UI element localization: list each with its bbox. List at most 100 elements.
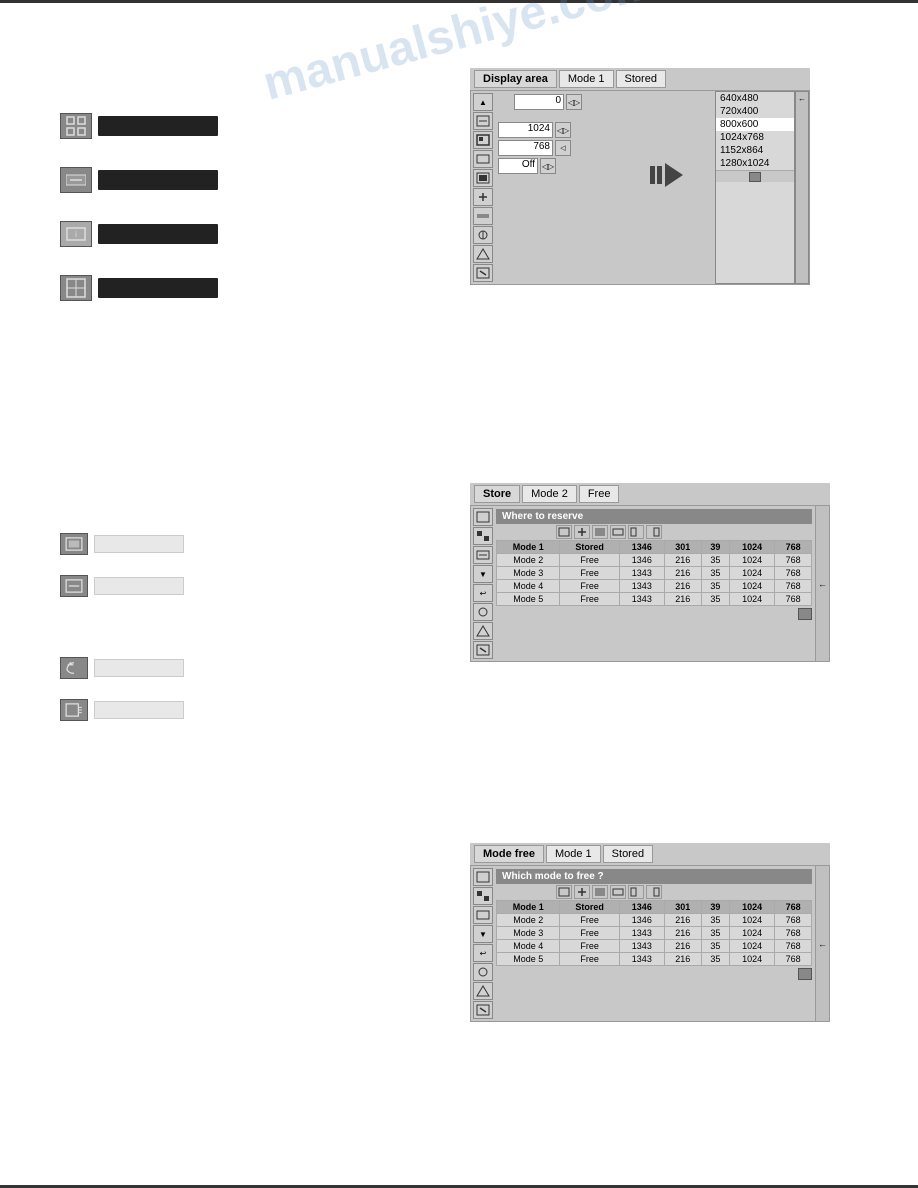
mf-sidebar: ▼ ↩ (471, 866, 493, 1021)
display-area-header: Display area Mode 1 Stored (470, 68, 810, 91)
mf-col-icon-3 (592, 885, 608, 899)
da-btn3[interactable] (473, 131, 493, 149)
da-btn8[interactable] (473, 226, 493, 244)
store-table-row[interactable]: Mode 3Free1343216351024768 (497, 567, 812, 580)
res-1024[interactable]: 1024x768 (716, 131, 794, 144)
mf-undo-btn[interactable]: ↩ (473, 944, 493, 962)
mf-table-row[interactable]: Mode 2Free1346216351024768 (497, 914, 812, 927)
store-si-6[interactable] (473, 603, 493, 621)
da-btn7[interactable] (473, 207, 493, 225)
reset-icon[interactable] (60, 657, 88, 679)
da-arrow-768[interactable]: ◁ (555, 140, 571, 156)
quit-icon[interactable] (60, 699, 88, 721)
mode-free-mode-btn[interactable]: Mode 1 (546, 845, 601, 863)
mf-content: Which mode to free ? Mode 1Stored1346301… (493, 866, 815, 1021)
icon-row-4 (60, 275, 218, 301)
da-input-off[interactable]: Off (498, 158, 538, 174)
store-table-row[interactable]: Mode 1Stored1346301391024768 (497, 541, 812, 554)
store-si-7[interactable] (473, 622, 493, 640)
free-icon[interactable] (60, 575, 88, 597)
mf-si-1[interactable] (473, 868, 493, 886)
store-panel-title: Store (474, 485, 520, 503)
col-icon-2 (574, 525, 590, 539)
res-1280[interactable]: 1280x1024 (716, 157, 794, 170)
mf-col-icon-6 (646, 885, 662, 899)
label-bar-1 (98, 116, 218, 136)
display-area-stored-btn[interactable]: Stored (616, 70, 666, 88)
mf-right-arrow[interactable]: ← (815, 866, 829, 1021)
mf-table-row[interactable]: Mode 5Free1343216351024768 (497, 953, 812, 966)
free-row (60, 575, 184, 597)
store-table-row[interactable]: Mode 2Free1346216351024768 (497, 554, 812, 567)
display-area-title: Display area (474, 70, 557, 88)
mf-quit-btn[interactable] (473, 1001, 493, 1019)
da-arrow-off[interactable]: ◁▷ (540, 158, 556, 174)
store-row (60, 533, 184, 555)
store-table-row[interactable]: Mode 5Free1343216351024768 (497, 593, 812, 606)
resolution-list: 640x480 720x400 800x600 1024x768 1152x86… (715, 91, 795, 284)
mf-table-row[interactable]: Mode 3Free1343216351024768 (497, 927, 812, 940)
store-mode-btn[interactable]: Mode 2 (522, 485, 577, 503)
store-right-arrow[interactable]: ← (815, 506, 829, 661)
mf-si-7[interactable] (473, 982, 493, 1000)
scale-icon[interactable] (60, 275, 92, 301)
store-si-2[interactable] (473, 527, 493, 545)
store-content: Where to reserve Mode 1Stored13463013910… (493, 506, 815, 661)
da-up-btn[interactable]: ▲ (473, 93, 493, 111)
mf-si-2[interactable] (473, 887, 493, 905)
res-720[interactable]: 720x400 (716, 105, 794, 118)
store-si-1[interactable] (473, 508, 493, 526)
store-si-3[interactable] (473, 546, 493, 564)
res-scroll-arrow[interactable]: ← (795, 91, 809, 284)
store-scroll-thumb[interactable] (798, 608, 812, 620)
label-bar-4 (98, 278, 218, 298)
store-label (94, 535, 184, 553)
store-down-btn[interactable]: ▼ (473, 565, 493, 583)
res-1152[interactable]: 1152x864 (716, 144, 794, 157)
mf-scroll-thumb[interactable] (798, 968, 812, 980)
position-icon[interactable]: i (60, 221, 92, 247)
store-undo-btn[interactable]: ↩ (473, 584, 493, 602)
da-btn10[interactable] (473, 264, 493, 282)
da-row-0: 0 ◁▷ (498, 94, 682, 110)
col-icon-3 (592, 525, 608, 539)
fullscreen-icon[interactable] (60, 113, 92, 139)
res-scroll-thumb[interactable] (749, 172, 761, 182)
da-row-768: 768 ◁ (498, 140, 682, 156)
store-panel-header: Store Mode 2 Free (470, 483, 830, 506)
da-input-0[interactable]: 0 (514, 94, 564, 110)
da-btn2[interactable] (473, 112, 493, 130)
mf-si-3[interactable] (473, 906, 493, 924)
da-main-content: 0 ◁▷ 1024 ◁▷ 768 ◁ Off ◁▷ (495, 91, 685, 284)
shrink-icon[interactable] (60, 167, 92, 193)
store-icon[interactable] (60, 533, 88, 555)
mf-table-row[interactable]: Mode 4Free1343216351024768 (497, 940, 812, 953)
da-arrow-1024[interactable]: ◁▷ (555, 122, 571, 138)
store-table-row[interactable]: Mode 4Free1343216351024768 (497, 580, 812, 593)
display-area-mode-btn[interactable]: Mode 1 (559, 70, 614, 88)
quit-label (94, 701, 184, 719)
store-panel: Store Mode 2 Free ▼ ↩ (470, 483, 830, 662)
res-640[interactable]: 640x480 (716, 92, 794, 105)
store-quit-btn[interactable] (473, 641, 493, 659)
da-btn5[interactable] (473, 169, 493, 187)
mf-si-6[interactable] (473, 963, 493, 981)
mode-free-header: Mode free Mode 1 Stored (470, 843, 830, 866)
col-icon-1 (556, 525, 572, 539)
mf-table-row[interactable]: Mode 1Stored1346301391024768 (497, 901, 812, 914)
res-800[interactable]: 800x600 (716, 118, 794, 131)
da-arrow-0[interactable]: ◁▷ (566, 94, 582, 110)
resolution-list-container: 640x480 720x400 800x600 1024x768 1152x86… (715, 91, 809, 284)
da-btn9[interactable] (473, 245, 493, 263)
da-input-768[interactable]: 768 (498, 140, 553, 156)
mf-down-btn[interactable]: ▼ (473, 925, 493, 943)
da-btn4[interactable] (473, 150, 493, 168)
reset-label (94, 659, 184, 677)
icon-row-2 (60, 167, 218, 193)
da-btn6[interactable] (473, 188, 493, 206)
which-mode-label: Which mode to free ? (496, 869, 812, 884)
icon-row-3: i (60, 221, 218, 247)
da-input-1024[interactable]: 1024 (498, 122, 553, 138)
store-free-btn[interactable]: Free (579, 485, 620, 503)
mode-free-stored-btn[interactable]: Stored (603, 845, 653, 863)
